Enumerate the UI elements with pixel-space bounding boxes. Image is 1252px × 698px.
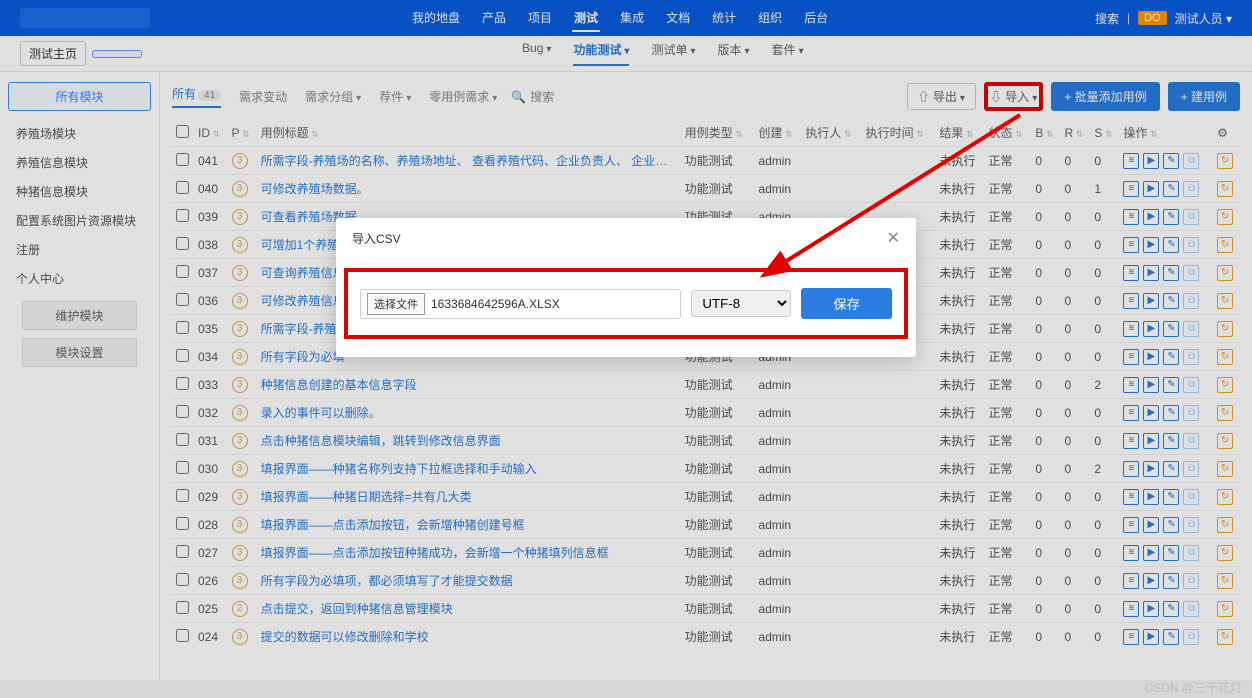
save-button[interactable]: 保存 (801, 288, 892, 319)
modal-title: 导入CSV (352, 230, 401, 247)
watermark: CSDN @三千花灯 (1144, 679, 1242, 696)
import-csv-modal: 导入CSV ✕ 选择文件 1633684642596A.XLSX UTF-8 保… (336, 218, 916, 357)
encoding-select[interactable]: UTF-8 (691, 290, 791, 317)
close-icon[interactable]: ✕ (887, 228, 900, 248)
modal-overlay: 导入CSV ✕ 选择文件 1633684642596A.XLSX UTF-8 保… (0, 0, 1252, 698)
choose-file-button[interactable]: 选择文件 (367, 293, 425, 315)
file-input[interactable]: 选择文件 1633684642596A.XLSX (360, 289, 681, 319)
filename-text: 1633684642596A.XLSX (431, 297, 560, 311)
